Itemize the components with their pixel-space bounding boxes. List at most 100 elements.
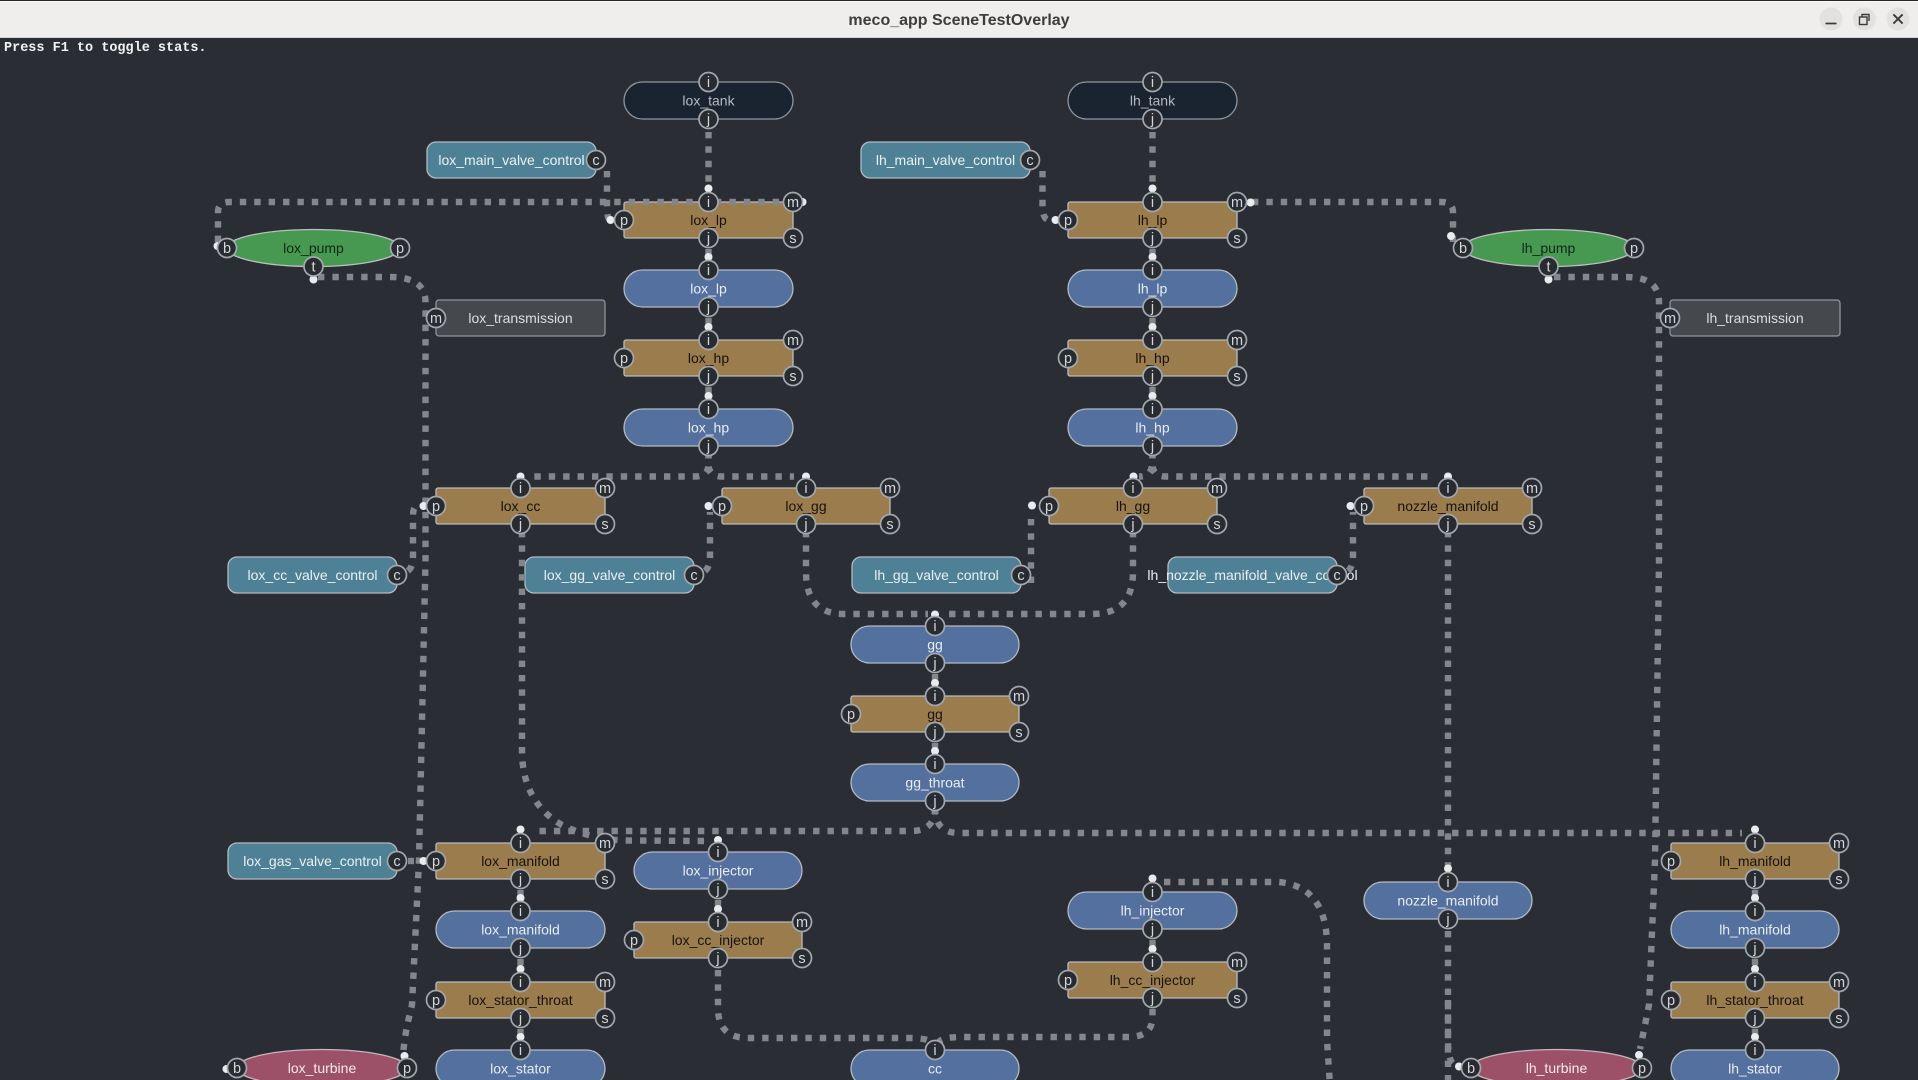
svg-text:i: i bbox=[1151, 402, 1154, 418]
svg-text:j: j bbox=[1445, 517, 1449, 533]
svg-text:i: i bbox=[707, 75, 710, 91]
svg-text:lh_lp: lh_lp bbox=[1138, 212, 1168, 228]
svg-text:m: m bbox=[884, 481, 896, 497]
svg-text:i: i bbox=[519, 904, 522, 920]
svg-text:cc: cc bbox=[928, 1061, 942, 1077]
svg-text:lh_lp: lh_lp bbox=[1138, 281, 1168, 297]
svg-text:lox_gas_valve_control: lox_gas_valve_control bbox=[243, 853, 382, 869]
svg-text:lh_injector: lh_injector bbox=[1121, 903, 1185, 919]
svg-text:gg_throat: gg_throat bbox=[905, 775, 964, 791]
svg-text:j: j bbox=[1130, 517, 1134, 533]
svg-text:s: s bbox=[1015, 725, 1022, 741]
svg-text:m: m bbox=[1833, 836, 1845, 852]
svg-text:i: i bbox=[1151, 263, 1154, 279]
svg-text:j: j bbox=[1150, 369, 1154, 385]
svg-text:m: m bbox=[430, 311, 442, 327]
svg-text:s: s bbox=[601, 517, 608, 533]
svg-text:p: p bbox=[718, 499, 726, 515]
svg-text:j: j bbox=[1445, 912, 1449, 928]
svg-text:j: j bbox=[1150, 991, 1154, 1007]
svg-text:i: i bbox=[1151, 195, 1154, 211]
svg-text:lox_gg: lox_gg bbox=[785, 498, 826, 514]
svg-text:i: i bbox=[519, 836, 522, 852]
svg-text:b: b bbox=[1467, 1061, 1475, 1077]
svg-text:m: m bbox=[787, 333, 799, 349]
svg-text:lox_lp: lox_lp bbox=[690, 212, 727, 228]
svg-text:c: c bbox=[592, 153, 599, 169]
svg-text:j: j bbox=[1752, 941, 1756, 957]
svg-text:lh_gg: lh_gg bbox=[1116, 498, 1150, 514]
svg-text:p: p bbox=[1667, 854, 1675, 870]
svg-text:lox_injector: lox_injector bbox=[683, 863, 754, 879]
svg-text:p: p bbox=[620, 213, 628, 229]
svg-text:m: m bbox=[1526, 481, 1538, 497]
svg-text:i: i bbox=[1151, 75, 1154, 91]
svg-text:m: m bbox=[1231, 955, 1243, 971]
svg-text:j: j bbox=[1150, 112, 1154, 128]
svg-text:i: i bbox=[707, 333, 710, 349]
svg-text:p: p bbox=[396, 241, 404, 257]
svg-text:j: j bbox=[803, 517, 807, 533]
svg-text:c: c bbox=[393, 854, 400, 870]
svg-text:m: m bbox=[599, 975, 611, 991]
svg-text:j: j bbox=[706, 300, 710, 316]
svg-text:p: p bbox=[1064, 351, 1072, 367]
svg-text:lh_nozzle_manifold_valve_contr: lh_nozzle_manifold_valve_control bbox=[1147, 567, 1357, 583]
svg-text:p: p bbox=[1638, 1061, 1646, 1077]
svg-text:p: p bbox=[1045, 499, 1053, 515]
svg-text:m: m bbox=[1211, 481, 1223, 497]
svg-text:i: i bbox=[933, 689, 936, 705]
svg-text:s: s bbox=[1835, 1011, 1842, 1027]
svg-text:m: m bbox=[1231, 333, 1243, 349]
svg-text:i: i bbox=[1151, 333, 1154, 349]
svg-text:j: j bbox=[706, 231, 710, 247]
svg-text:j: j bbox=[932, 794, 936, 810]
svg-text:gg: gg bbox=[927, 706, 943, 722]
svg-text:lox_cc_valve_control: lox_cc_valve_control bbox=[248, 567, 378, 583]
svg-text:j: j bbox=[518, 1011, 522, 1027]
svg-text:s: s bbox=[1233, 231, 1240, 247]
svg-text:s: s bbox=[1213, 517, 1220, 533]
svg-text:lh_turbine: lh_turbine bbox=[1526, 1060, 1588, 1076]
svg-text:p: p bbox=[847, 707, 855, 723]
svg-text:lox_manifold: lox_manifold bbox=[481, 922, 560, 938]
svg-text:b: b bbox=[223, 241, 231, 257]
svg-text:m: m bbox=[1833, 975, 1845, 991]
svg-text:i: i bbox=[707, 402, 710, 418]
svg-text:meco_app SceneTestOverlay: meco_app SceneTestOverlay bbox=[848, 12, 1069, 29]
svg-text:lox_main_valve_control: lox_main_valve_control bbox=[438, 152, 584, 168]
svg-text:lh_tank: lh_tank bbox=[1130, 93, 1176, 109]
svg-text:c: c bbox=[1017, 568, 1024, 584]
svg-text:s: s bbox=[1528, 517, 1535, 533]
svg-text:nozzle_manifold: nozzle_manifold bbox=[1397, 893, 1498, 909]
svg-text:m: m bbox=[787, 195, 799, 211]
svg-text:i: i bbox=[707, 263, 710, 279]
svg-text:lh_manifold: lh_manifold bbox=[1719, 853, 1791, 869]
svg-text:c: c bbox=[1026, 153, 1033, 169]
svg-text:j: j bbox=[1150, 231, 1154, 247]
svg-text:j: j bbox=[1150, 300, 1154, 316]
svg-text:i: i bbox=[804, 481, 807, 497]
svg-text:p: p bbox=[620, 351, 628, 367]
svg-text:p: p bbox=[1630, 241, 1638, 257]
svg-text:t: t bbox=[311, 260, 315, 276]
svg-text:c: c bbox=[690, 568, 697, 584]
svg-text:lox_manifold: lox_manifold bbox=[481, 853, 560, 869]
svg-text:lh_stator_throat: lh_stator_throat bbox=[1706, 992, 1803, 1008]
svg-text:m: m bbox=[796, 915, 808, 931]
svg-text:i: i bbox=[1151, 955, 1154, 971]
svg-text:j: j bbox=[518, 517, 522, 533]
svg-text:j: j bbox=[1752, 1011, 1756, 1027]
svg-text:c: c bbox=[393, 568, 400, 584]
svg-text:j: j bbox=[518, 872, 522, 888]
svg-text:i: i bbox=[1753, 836, 1756, 852]
svg-text:Press F1 to toggle stats.: Press F1 to toggle stats. bbox=[4, 41, 207, 56]
svg-text:lh_manifold: lh_manifold bbox=[1719, 922, 1791, 938]
svg-text:lh_stator: lh_stator bbox=[1728, 1061, 1782, 1077]
svg-text:b: b bbox=[1459, 241, 1467, 257]
svg-text:lox_stator_throat: lox_stator_throat bbox=[468, 992, 572, 1008]
svg-text:p: p bbox=[432, 993, 440, 1009]
svg-text:lox_tank: lox_tank bbox=[682, 93, 735, 109]
svg-text:j: j bbox=[518, 941, 522, 957]
svg-text:j: j bbox=[715, 882, 719, 898]
